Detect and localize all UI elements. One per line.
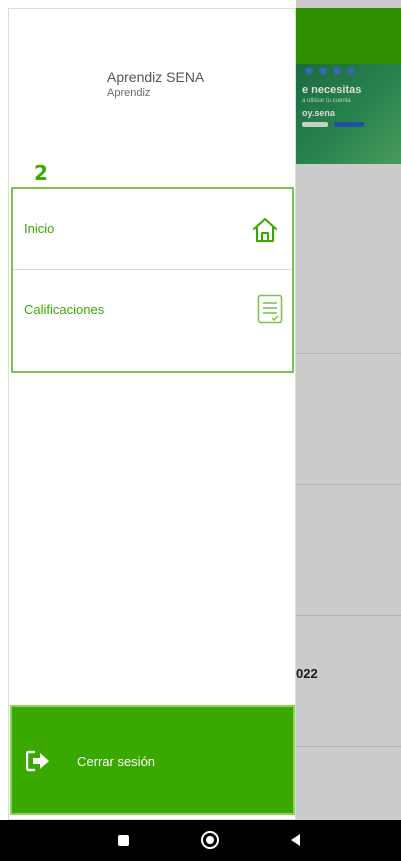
logout-icon	[26, 750, 49, 772]
recents-button[interactable]	[96, 820, 156, 861]
recents-icon	[118, 835, 129, 846]
app-screen: e necesitas a utilizar tu cuenta oy.sena…	[0, 0, 401, 861]
back-triangle-icon	[291, 834, 300, 846]
menu-item-inicio[interactable]: Inicio	[13, 189, 292, 269]
navigation-drawer: Aprendiz SENA Aprendiz 2 Inicio Califica…	[0, 0, 296, 820]
home-circle-icon	[201, 831, 219, 849]
drawer-header	[12, 8, 296, 168]
logout-label: Cerrar sesión	[77, 754, 156, 769]
logout-button[interactable]: Cerrar sesión	[10, 705, 295, 815]
user-role: Aprendiz	[107, 87, 151, 99]
menu-item-calificaciones[interactable]: Calificaciones	[13, 271, 292, 351]
user-name: Aprendiz SENA	[107, 69, 205, 85]
home-button[interactable]	[183, 820, 243, 861]
menu-item-label: Inicio	[24, 221, 55, 236]
system-nav-bar	[0, 820, 401, 861]
document-check-icon	[257, 294, 283, 324]
annotation-step-number: 2	[34, 161, 48, 185]
menu-highlight-box: Inicio Calificaciones	[11, 187, 294, 373]
menu-item-label: Calificaciones	[24, 302, 105, 317]
back-button[interactable]	[270, 820, 330, 861]
menu-divider	[13, 269, 292, 270]
home-icon	[253, 218, 277, 242]
